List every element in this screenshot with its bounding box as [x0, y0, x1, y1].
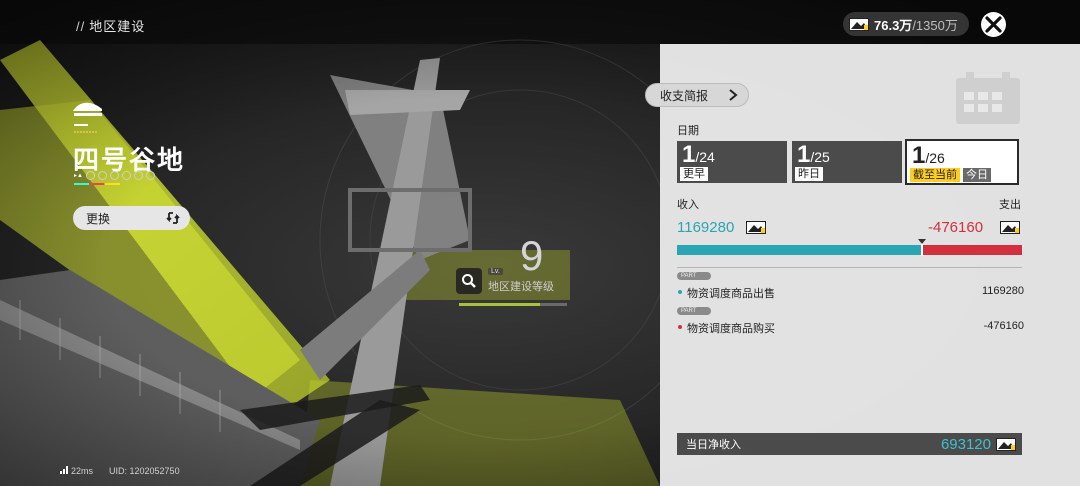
- decor-dots: [74, 131, 98, 133]
- decor-color-bar: [74, 183, 120, 185]
- expense-ratio-fill: [921, 245, 1022, 255]
- row-value: 1169280: [981, 285, 1024, 297]
- divider: [677, 267, 1022, 268]
- date-month: /25: [810, 149, 830, 165]
- swap-icon: [166, 212, 180, 224]
- date-month: /26: [925, 150, 945, 166]
- breadcrumb-label: 地区建设: [89, 19, 146, 34]
- date-sub-label: 昨日: [795, 167, 823, 181]
- part-tag: PART: [677, 272, 711, 280]
- switch-region-label: 更换: [86, 211, 111, 226]
- pip: [109, 171, 119, 180]
- net-income-value: 693120: [940, 435, 991, 453]
- income-dot-icon: [678, 290, 682, 294]
- date-value: 1/24: [682, 141, 715, 169]
- currency-ticket-icon: [996, 437, 1016, 451]
- breadcrumb-separator: //: [76, 19, 86, 34]
- close-icon: [985, 16, 1002, 33]
- switch-region-button[interactable]: 更换: [73, 206, 190, 230]
- date-tab-yesterday[interactable]: 1/25 昨日: [792, 141, 902, 183]
- date-tab-earlier[interactable]: 1/24 更早: [677, 141, 787, 183]
- expense-dot-icon: [678, 325, 682, 329]
- net-income-box: 当日净收入 693120: [677, 433, 1022, 455]
- income-expense-ratio-bar: [677, 245, 1022, 255]
- pip: [133, 171, 143, 180]
- date-tab-today[interactable]: 1/26 截至当前 今日: [905, 139, 1019, 185]
- row-value: -476160: [983, 320, 1024, 332]
- currency-current: 76.3万: [874, 17, 913, 33]
- region-level-label: 地区建设等级: [488, 281, 554, 293]
- breadcrumb: //地区建设: [76, 16, 145, 35]
- region-level-progress-fill: [459, 303, 540, 306]
- income-ratio-fill: [677, 245, 922, 255]
- level-search-button[interactable]: [456, 268, 482, 294]
- uid-text: UID: 1202052750: [109, 466, 180, 476]
- ping-indicator: 22ms: [60, 466, 93, 476]
- date-day: 1: [797, 141, 811, 168]
- date-value: 1/26: [912, 142, 945, 170]
- expense-value: -476160: [928, 219, 984, 236]
- date-month: /24: [695, 149, 715, 165]
- chevron-right-icon: [729, 89, 738, 101]
- pip-marker: ▸▲: [74, 173, 83, 179]
- today-badge: 今日: [963, 168, 991, 182]
- pip: [97, 171, 107, 180]
- part-tag: PART: [677, 307, 711, 315]
- region-pips: ▸▲: [74, 171, 155, 180]
- income-label: 收入: [677, 199, 699, 211]
- currency-ticket-icon: [746, 221, 766, 234]
- close-button[interactable]: [981, 12, 1006, 37]
- date-section-title: 日期: [677, 125, 699, 137]
- status-footer: 22ms UID: 1202052750: [60, 466, 180, 476]
- finance-brief-label: 收支简报: [660, 88, 709, 103]
- ratio-pointer-icon: [917, 239, 926, 244]
- decor-dash: [74, 124, 88, 126]
- date-value: 1/25: [797, 141, 830, 169]
- region-emblem-icon: [73, 102, 102, 116]
- region-level-progress: [459, 303, 567, 306]
- pip: [85, 171, 95, 180]
- region-level-number: 9: [520, 232, 544, 279]
- currency-max: /1350万: [912, 17, 958, 33]
- pip: [145, 171, 155, 180]
- currency-ticket-icon: [849, 17, 869, 31]
- row-label: 物资调度商品购买: [687, 323, 775, 335]
- search-icon: [462, 274, 476, 288]
- currency-display[interactable]: 76.3万/1350万: [843, 12, 969, 36]
- ping-value: 22ms: [71, 466, 94, 476]
- income-value: 1169280: [677, 219, 735, 236]
- date-day: 1: [912, 142, 926, 169]
- net-income-label: 当日净收入: [686, 439, 741, 451]
- date-sub-label: 更早: [680, 167, 708, 181]
- finance-brief-button[interactable]: 收支简报: [645, 83, 749, 107]
- date-sub-label: 截至当前: [910, 168, 960, 182]
- expense-label: 支出: [999, 199, 1021, 211]
- signal-icon: [60, 466, 68, 474]
- currency-ticket-icon: [1000, 221, 1020, 234]
- pip: [121, 171, 131, 180]
- row-label: 物资调度商品出售: [687, 288, 775, 300]
- date-day: 1: [682, 141, 696, 168]
- level-tag: Lv.: [488, 268, 503, 275]
- calendar-icon: [956, 72, 1020, 124]
